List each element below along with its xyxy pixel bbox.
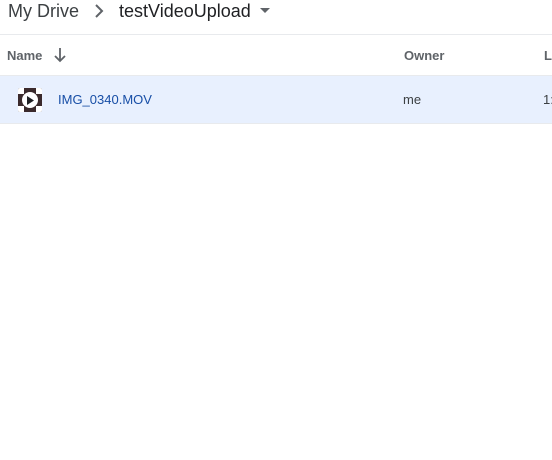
column-header-last-modified[interactable]: L [544,35,552,75]
breadcrumb-my-drive[interactable]: My Drive [0,0,79,22]
file-owner: me [403,92,422,107]
thumb-corner [18,88,24,94]
video-play-icon [22,92,38,108]
arrow-down-icon[interactable] [52,47,68,63]
drive-file-list-page: My Drive testVideoUpload Name Owner L IM… [0,0,552,460]
column-header-owner-label: Owner [404,47,445,63]
column-header-row: Name Owner L [0,35,552,75]
thumb-corner [36,106,42,112]
file-name[interactable]: IMG_0340.MOV [58,76,152,123]
column-header-name-label: Name [7,47,43,63]
row-divider [0,123,552,124]
column-header-owner[interactable]: Owner [404,35,444,75]
column-header-last-modified-label: L [544,47,552,63]
column-header-name[interactable]: Name [7,35,68,75]
file-last-modified: 1: [543,92,552,107]
breadcrumb-current-folder[interactable]: testVideoUpload [119,0,251,22]
breadcrumb: My Drive testVideoUpload [0,0,279,22]
caret-down-icon[interactable] [251,0,279,22]
thumb-corner [18,106,24,112]
thumb-corner [36,88,42,94]
video-thumbnail [18,88,42,112]
table-row[interactable]: IMG_0340.MOV me 1: [0,76,552,123]
chevron-right-icon [79,0,119,22]
